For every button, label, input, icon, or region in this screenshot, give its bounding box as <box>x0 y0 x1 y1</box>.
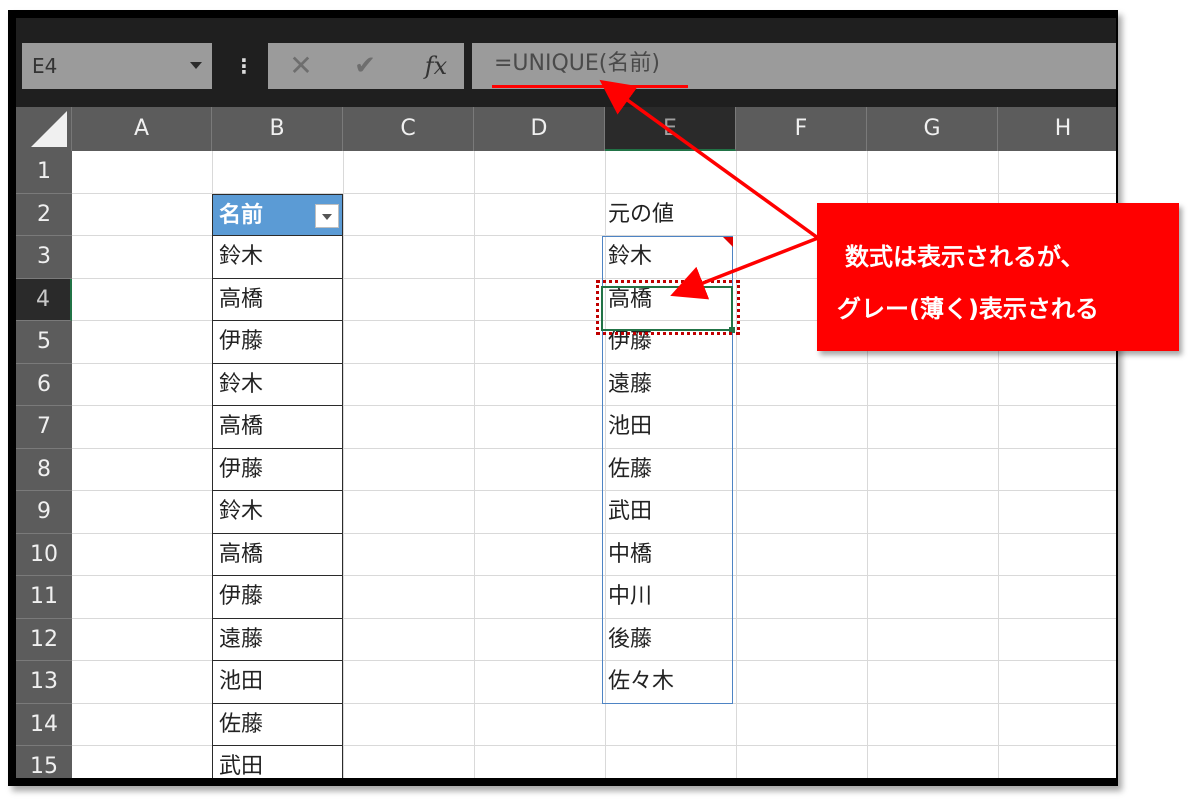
name-cell[interactable]: 伊藤 <box>212 576 343 619</box>
unique-value-cell[interactable]: 後藤 <box>602 619 733 662</box>
name-cell[interactable]: 伊藤 <box>212 321 343 364</box>
gridline-vertical <box>736 151 737 778</box>
formula-bar: E4 ⋮ ✕ ✔ fx =UNIQUE(名前) <box>16 18 1116 107</box>
row-header-11[interactable]: 11 <box>16 576 72 619</box>
row-header-7[interactable]: 7 <box>16 406 72 449</box>
formula-buttons: ✕ ✔ fx <box>268 43 464 89</box>
filter-dropdown-icon[interactable] <box>315 203 339 228</box>
row-header-5[interactable]: 5 <box>16 321 72 364</box>
table-header-label: 名前 <box>219 202 264 228</box>
unique-value-cell[interactable]: 武田 <box>602 491 733 534</box>
formula-input[interactable]: =UNIQUE(名前) <box>472 43 1116 89</box>
column-header-c[interactable]: C <box>343 107 474 151</box>
row-header-9[interactable]: 9 <box>16 491 72 534</box>
comment-marker-icon <box>723 237 733 247</box>
column-header-g[interactable]: G <box>867 107 998 151</box>
gridline-vertical <box>343 151 344 778</box>
row-header-10[interactable]: 10 <box>16 534 72 576</box>
cell-e2[interactable]: 元の値 <box>602 194 733 237</box>
unique-value-cell[interactable]: 鈴木 <box>602 236 733 279</box>
name-box-value: E4 <box>32 54 58 78</box>
column-header-h[interactable]: H <box>998 107 1116 151</box>
name-cell[interactable]: 高橋 <box>212 406 343 449</box>
row-header-3[interactable]: 3 <box>16 236 72 279</box>
screenshot-frame: E4 ⋮ ✕ ✔ fx =UNIQUE(名前) ABCDEFGH 1234567… <box>8 10 1118 786</box>
name-cell[interactable]: 高橋 <box>212 278 343 321</box>
row-header-13[interactable]: 13 <box>16 661 72 704</box>
name-cell[interactable]: 佐藤 <box>212 703 343 746</box>
callout-line-2: グレー(薄く)表示される <box>837 295 1099 323</box>
column-header-d[interactable]: D <box>474 107 605 151</box>
row-header-2[interactable]: 2 <box>16 194 72 236</box>
check-icon[interactable]: ✔ <box>350 43 380 89</box>
unique-value-cell[interactable]: 遠藤 <box>602 364 733 407</box>
select-all-button[interactable] <box>16 107 72 151</box>
dotted-highlight-box <box>596 280 740 335</box>
more-options-icon[interactable]: ⋮ <box>234 46 254 86</box>
callout-line-1: 数式は表示されるが、 <box>845 243 1085 271</box>
formula-text: =UNIQUE(名前) <box>494 51 660 76</box>
cancel-icon[interactable]: ✕ <box>286 43 316 89</box>
select-all-icon <box>31 111 67 147</box>
row-header-12[interactable]: 12 <box>16 619 72 661</box>
gridline-vertical <box>474 151 475 778</box>
row-header-6[interactable]: 6 <box>16 364 72 406</box>
unique-value-cell[interactable]: 佐藤 <box>602 449 733 492</box>
name-cell[interactable]: 池田 <box>212 661 343 704</box>
column-header-a[interactable]: A <box>72 107 212 151</box>
excel-window: E4 ⋮ ✕ ✔ fx =UNIQUE(名前) ABCDEFGH 1234567… <box>16 18 1116 778</box>
formula-underline <box>492 85 688 88</box>
row-header-14[interactable]: 14 <box>16 704 72 746</box>
column-header-b[interactable]: B <box>212 107 343 151</box>
unique-value-cell[interactable]: 中橋 <box>602 534 733 577</box>
name-cell[interactable]: 鈴木 <box>212 491 343 534</box>
column-header-f[interactable]: F <box>736 107 867 151</box>
row-header-15[interactable]: 15 <box>16 746 72 778</box>
unique-value-cell[interactable]: 池田 <box>602 406 733 449</box>
row-header-4[interactable]: 4 <box>16 278 72 321</box>
row-header-1[interactable]: 1 <box>16 151 72 194</box>
insert-function-button[interactable]: fx <box>416 43 456 89</box>
column-headers: ABCDEFGH <box>16 107 1116 151</box>
row-headers: 1 2 3 4 5 6 7 8 9 10 11 12 13 14 15 <box>16 151 72 778</box>
row-header-8[interactable]: 8 <box>16 449 72 491</box>
table-header-cell[interactable]: 名前 <box>212 193 343 236</box>
chevron-down-icon[interactable] <box>190 62 202 69</box>
name-cell[interactable]: 伊藤 <box>212 448 343 491</box>
name-box[interactable]: E4 <box>22 43 212 89</box>
name-cell[interactable]: 遠藤 <box>212 618 343 661</box>
name-cell[interactable]: 鈴木 <box>212 236 343 279</box>
name-cell[interactable]: 鈴木 <box>212 363 343 406</box>
callout-box: 数式は表示されるが、 グレー(薄く)表示される <box>817 203 1179 351</box>
column-header-e[interactable]: E <box>605 107 736 151</box>
unique-value-cell[interactable]: 佐々木 <box>602 661 733 704</box>
name-cell[interactable]: 武田 <box>212 746 343 778</box>
unique-value-cell[interactable]: 中川 <box>602 576 733 619</box>
name-cell[interactable]: 高橋 <box>212 533 343 576</box>
